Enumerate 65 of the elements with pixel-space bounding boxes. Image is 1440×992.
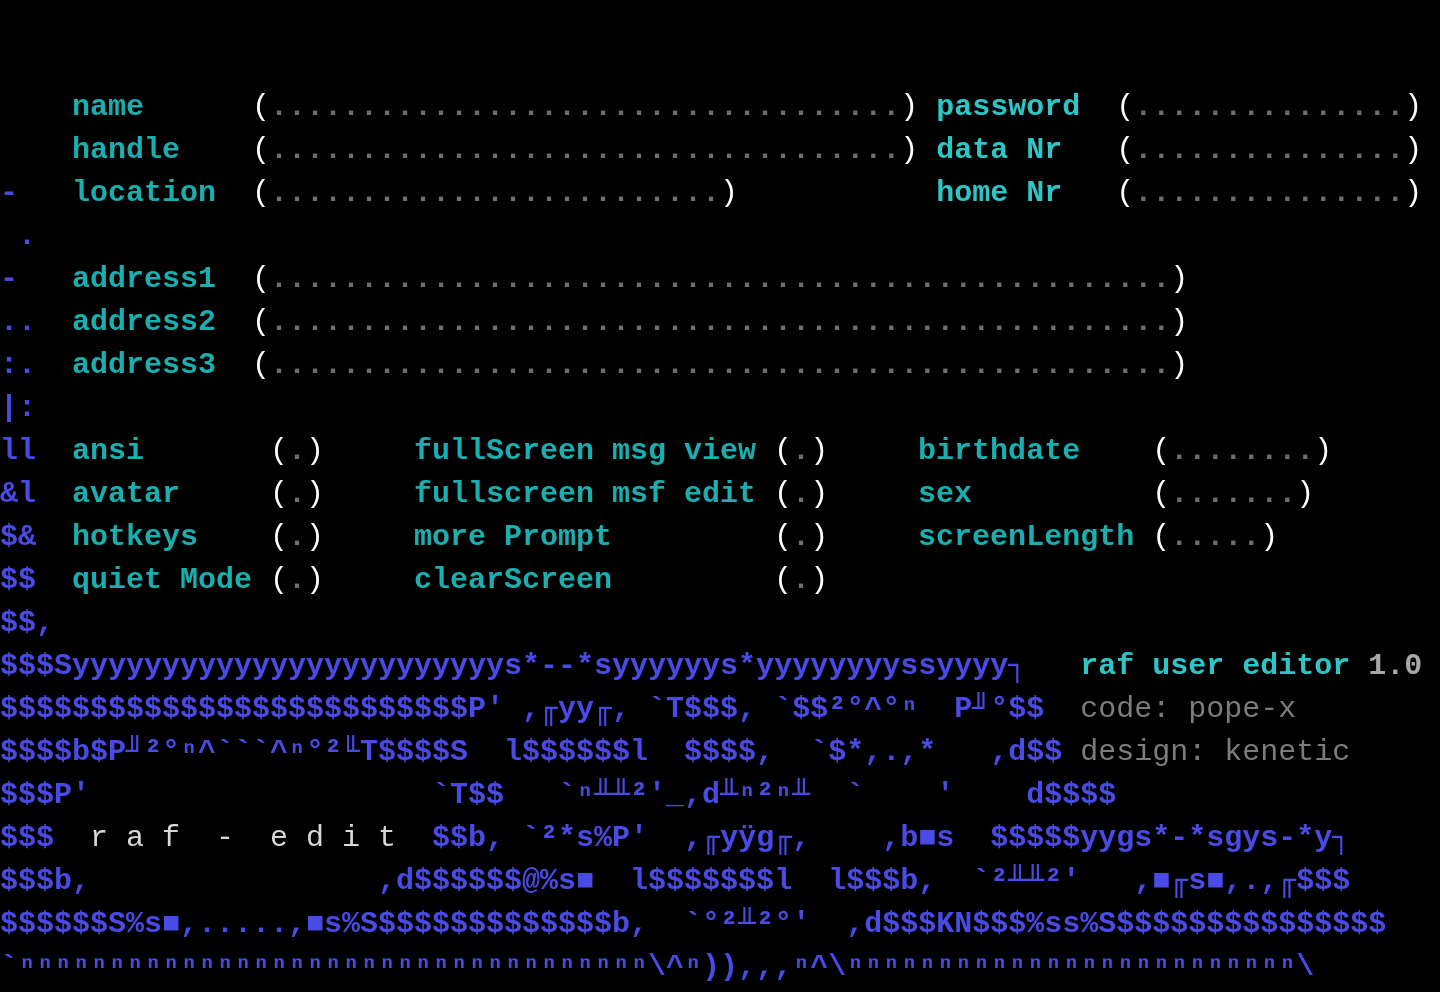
input-field[interactable]: (.......) — [1152, 473, 1315, 516]
option-label: clearScreen — [414, 562, 614, 599]
toggle-field[interactable]: (.) — [270, 473, 325, 516]
margin-art-text: . — [17, 219, 36, 253]
logo-text: r a f - e d i t — [90, 821, 397, 855]
margin-art-text: $& — [0, 520, 36, 554]
credit-line: design: kenetic — [1080, 734, 1351, 771]
field-label: password — [936, 89, 1082, 126]
field-label: sex — [918, 476, 974, 513]
option-label: hotkeys — [72, 519, 200, 556]
version-label: 1.0 — [1368, 648, 1423, 685]
ansi-art-text: $$$Syyyyyyyyyyyyyyyyyyyyyyyys*--*syyyyyys*yyyyyyyyssyyyy┐ — [0, 649, 1027, 683]
toggle-field[interactable]: (.) — [270, 559, 325, 602]
input-field[interactable]: (...................................) — [252, 129, 919, 172]
field-label: handle — [72, 132, 182, 169]
toggle-field[interactable]: (.) — [270, 430, 325, 473]
field-label: location — [72, 175, 218, 212]
input-field[interactable]: (...................................) — [252, 86, 919, 129]
margin-art-text: $$ — [0, 563, 36, 597]
ansi-art-text: $$$$$$S%s■,.....,■s%S$$$$$$$$$$$$$b, `°²╨²°' ,d$$$KN$$$%ss%S$$$$$$$$$$$$$$$ — [0, 907, 1387, 941]
field-label: address3 — [72, 347, 218, 384]
option-label: avatar — [72, 476, 182, 513]
margin-art-text: :. — [0, 348, 36, 382]
option-label: ansi — [72, 433, 145, 470]
field-label: address1 — [72, 261, 218, 298]
ansi-art-text: $$$b, ,d$$$$$$@%s■ l$$$$$$$l l$$$b, `²╨╨²' ,■╓s■,.,╓$$$ — [0, 864, 1351, 898]
option-label: more Prompt — [414, 519, 614, 556]
field-label: data Nr — [936, 132, 1064, 169]
field-label: birthdate — [918, 433, 1082, 470]
option-label: fullScreen msg view — [414, 433, 758, 470]
margin-art-text: - — [0, 176, 18, 210]
margin-art-text: - — [0, 262, 18, 296]
credit-line: code: pope-x — [1080, 691, 1297, 728]
ansi-art-text: $$$$b$P╜²°ⁿ^```^ⁿ°²╙T$$$$S l$$$$$$l $$$$, `$*,.,* ,d$$ — [0, 735, 1063, 769]
option-label: fullscreen msf edit — [414, 476, 758, 513]
toggle-field[interactable]: (.) — [774, 473, 829, 516]
ansi-art-text: $$$P' `T$$ `ⁿ╨╨²'_,d╨ⁿ²ⁿ╨ ` ' d$$$$ — [0, 778, 1117, 812]
input-field[interactable]: (...............) — [1116, 129, 1423, 172]
app-name: raf user editor — [1080, 648, 1351, 685]
margin-art-text: ll — [0, 434, 36, 468]
option-label: quiet Mode — [72, 562, 254, 599]
toggle-field[interactable]: (.) — [270, 516, 325, 559]
toggle-field[interactable]: (.) — [774, 430, 829, 473]
ansi-art-text: `ⁿⁿⁿⁿⁿⁿⁿⁿⁿⁿⁿⁿⁿⁿⁿⁿⁿⁿⁿⁿⁿⁿⁿⁿⁿⁿⁿⁿⁿⁿⁿⁿⁿⁿⁿ\^ⁿ)),,,ⁿ^\ⁿⁿⁿⁿⁿⁿⁿⁿⁿⁿⁿⁿⁿⁿⁿⁿⁿⁿⁿⁿⁿⁿⁿⁿⁿ\ — [0, 950, 1315, 984]
input-field[interactable]: (...............) — [1116, 86, 1423, 129]
margin-art-text: .. — [0, 305, 36, 339]
input-field[interactable]: (..................................................) — [252, 301, 1189, 344]
ansi-art-text: $$$$$$$$$$$$$$$$$$$$$$$$$$P' ,╓yy╓, `T$$$, `$$²°^°ⁿ P╜°$$ — [0, 692, 1045, 726]
margin-art-text: |: — [0, 391, 36, 425]
ansi-art-text: $$b, `²*s%P' ,╓yÿg╓, ,b■s $$$$$yygs*-*sgys-*y┐ — [431, 821, 1351, 855]
field-label: screenLength — [918, 519, 1136, 556]
input-field[interactable]: (..................................................) — [252, 258, 1189, 301]
field-label: address2 — [72, 304, 218, 341]
input-field[interactable]: (..................................................) — [252, 344, 1189, 387]
field-label: name — [72, 89, 145, 126]
input-field[interactable]: (.....) — [1152, 516, 1279, 559]
field-label: home Nr — [936, 175, 1064, 212]
ansi-art-text: $$, — [0, 606, 54, 640]
input-field[interactable]: (........) — [1152, 430, 1333, 473]
ansi-art-text: $$$ — [0, 821, 55, 855]
margin-art-text: &l — [0, 477, 36, 511]
toggle-field[interactable]: (.) — [774, 516, 829, 559]
input-field[interactable]: (.........................) — [252, 172, 739, 215]
toggle-field[interactable]: (.) — [774, 559, 829, 602]
input-field[interactable]: (...............) — [1116, 172, 1423, 215]
